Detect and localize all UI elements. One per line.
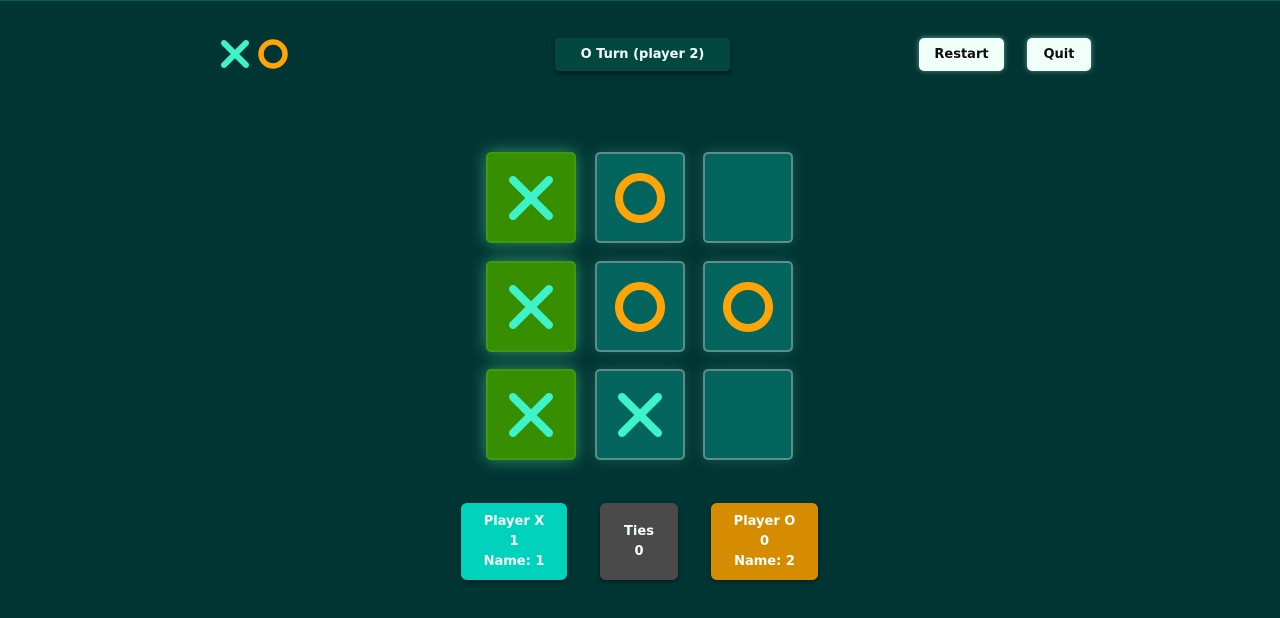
player-x-score: 1: [509, 533, 519, 549]
board-cell[interactable]: [703, 369, 793, 460]
board-cell[interactable]: [486, 261, 576, 352]
x-mark-icon: [618, 392, 662, 437]
board-cell[interactable]: [595, 261, 685, 352]
player-o-score: 0: [759, 533, 770, 549]
game-screen: O Turn (player 2) Restart Quit Player X …: [0, 0, 1280, 618]
board-cell[interactable]: [595, 369, 685, 460]
x-mark-icon: [221, 40, 249, 68]
player-o-title: Player O: [733, 513, 796, 529]
logo-svg: [221, 39, 288, 69]
x-mark-icon: [509, 175, 553, 220]
o-mark-icon: [615, 172, 665, 223]
board-cell[interactable]: [703, 261, 793, 352]
player-o-score-card: Player O 0 Name: 2: [711, 503, 818, 580]
player-x-score-card: Player X 1 Name: 1: [461, 503, 567, 580]
board-cell[interactable]: [703, 152, 793, 243]
o-mark-icon: [258, 39, 288, 69]
x-mark-icon: [509, 392, 553, 437]
board-cell[interactable]: [595, 152, 685, 243]
quit-button[interactable]: Quit: [1027, 38, 1091, 71]
x-mark-icon: [509, 284, 553, 329]
board-cell[interactable]: [486, 369, 576, 460]
logo: [219, 39, 291, 71]
ties-score-card: Ties 0: [600, 503, 678, 580]
turn-indicator: O Turn (player 2): [555, 38, 730, 71]
player-x-title: Player X: [483, 513, 545, 529]
o-mark-icon: [615, 281, 665, 332]
player-o-name: Name: 2: [734, 553, 795, 569]
ties-title: Ties: [624, 523, 654, 539]
o-mark-icon: [723, 281, 773, 332]
ties-score: 0: [634, 543, 644, 559]
board-cell[interactable]: [486, 152, 576, 243]
player-x-name: Name: 1: [483, 553, 545, 569]
restart-button[interactable]: Restart: [919, 38, 1004, 71]
